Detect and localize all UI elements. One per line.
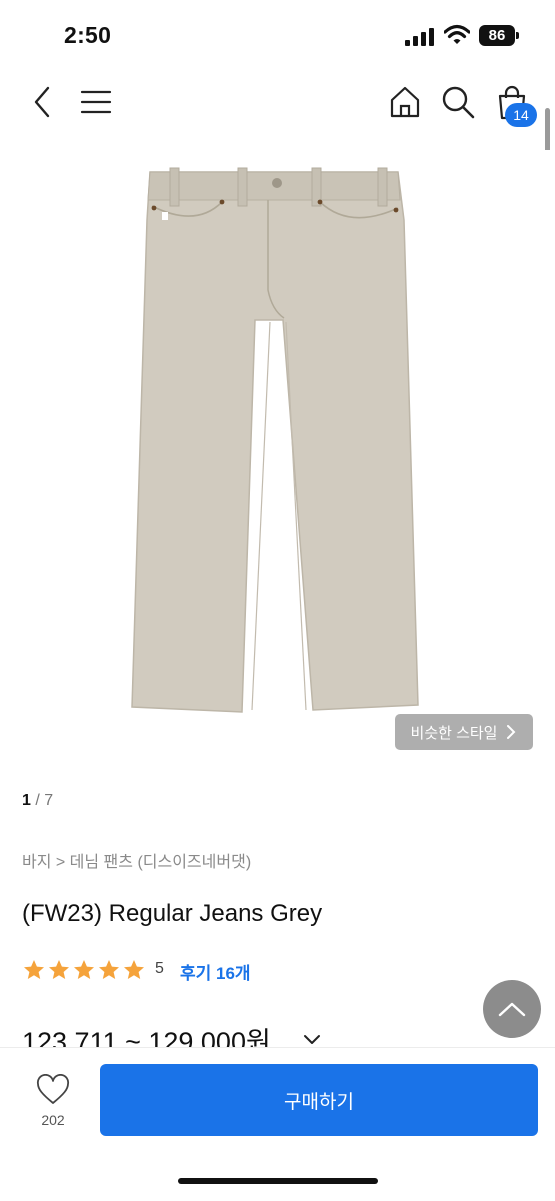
similar-style-button[interactable]: 비슷한 스타일	[395, 714, 533, 750]
scroll-to-top-button[interactable]	[483, 980, 541, 1038]
pager-separator: /	[30, 792, 45, 809]
buy-button[interactable]: 구매하기	[100, 1064, 538, 1136]
image-pager: 1 / 7	[22, 792, 53, 810]
rating-value: 5	[155, 960, 164, 977]
breadcrumb[interactable]: 바지 > 데님 팬츠 (디스이즈네버댓)	[22, 848, 251, 872]
home-icon[interactable]	[385, 82, 425, 122]
chevron-right-icon	[507, 725, 516, 739]
star-icon	[49, 960, 69, 979]
pager-current: 1	[22, 792, 31, 809]
signal-icon	[405, 28, 434, 46]
chevron-down-icon[interactable]	[302, 1029, 322, 1049]
battery-tip	[516, 32, 519, 39]
star-icon	[124, 960, 144, 979]
similar-style-label: 비슷한 스타일	[410, 724, 498, 742]
product-title: (FW23) Regular Jeans Grey	[22, 900, 323, 927]
search-icon[interactable]	[438, 82, 478, 122]
star-icon	[74, 960, 94, 979]
back-icon[interactable]	[24, 82, 64, 122]
home-indicator	[178, 1178, 378, 1184]
product-image[interactable]	[0, 150, 555, 770]
status-time: 2:50	[64, 22, 112, 48]
rating-stars	[22, 958, 146, 982]
menu-icon[interactable]	[76, 82, 116, 122]
reviews-link[interactable]: 후기 16개	[180, 959, 251, 984]
star-icon	[24, 960, 44, 979]
like-count: 202	[41, 1112, 65, 1128]
cart-count-badge: 14	[505, 103, 537, 127]
pager-total: 7	[44, 792, 54, 809]
chevron-up-icon	[498, 1002, 526, 1017]
star-icon	[99, 960, 119, 979]
wifi-icon	[444, 24, 470, 44]
heart-icon[interactable]	[36, 1074, 70, 1106]
battery-indicator: 86	[479, 25, 515, 46]
